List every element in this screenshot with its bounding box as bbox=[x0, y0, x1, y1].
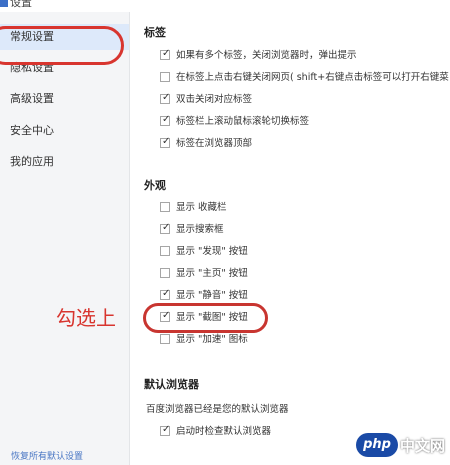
watermark-logo: php bbox=[356, 433, 398, 457]
option-label: 如果有多个标签，关闭浏览器时，弹出提示 bbox=[176, 50, 357, 61]
option-label: 显示 收藏栏 bbox=[176, 202, 227, 213]
annotation-text: 勾选上 bbox=[56, 306, 116, 330]
check-icon: ✓ bbox=[162, 48, 171, 59]
check-icon: ✓ bbox=[162, 288, 171, 299]
option-label: 在标签上点击右键关闭网页( shift+右键点击标签可以打开右键菜 bbox=[176, 72, 449, 83]
option-label: 双击关闭对应标签 bbox=[176, 94, 253, 105]
section-title-default-browser: 默认浏览器 bbox=[144, 378, 199, 391]
option-label: 显示搜索框 bbox=[176, 224, 224, 235]
option-label: 显示 "加速" 图标 bbox=[176, 334, 248, 345]
option-label: 标签在浏览器顶部 bbox=[176, 138, 253, 149]
checkbox[interactable]: ✓ bbox=[160, 222, 171, 234]
checkbox[interactable]: ✓ bbox=[160, 92, 171, 104]
sidebar-item-security[interactable]: 安全中心 bbox=[0, 118, 129, 144]
section-title-appearance: 外观 bbox=[144, 179, 166, 192]
check-icon: ✓ bbox=[162, 424, 171, 435]
settings-content: 标签 ✓ 如果有多个标签，关闭浏览器时，弹出提示 在标签上点击右键关闭网页( s… bbox=[130, 12, 450, 465]
check-icon: ✓ bbox=[162, 92, 171, 103]
sidebar-item-general[interactable]: 常规设置 bbox=[0, 24, 129, 50]
checkbox[interactable]: ✓ bbox=[160, 114, 171, 126]
restore-defaults-link[interactable]: 恢复所有默认设置 bbox=[11, 449, 83, 462]
sidebar-item-advanced[interactable]: 高级设置 bbox=[0, 86, 129, 112]
sidebar-item-my-apps[interactable]: 我的应用 bbox=[0, 149, 129, 175]
checkbox[interactable]: ✓ bbox=[160, 48, 171, 60]
sidebar: 常规设置 隐私设置 高级设置 安全中心 我的应用 恢复所有默认设置 bbox=[0, 12, 130, 465]
option-label: 显示 "静音" 按钮 bbox=[176, 290, 248, 301]
check-icon: ✓ bbox=[162, 136, 171, 147]
checkbox[interactable]: ✓ bbox=[160, 310, 171, 322]
option-label: 显示 "发现" 按钮 bbox=[176, 246, 248, 257]
checkbox[interactable] bbox=[160, 202, 170, 212]
watermark: php 中文网 bbox=[356, 431, 446, 461]
check-icon: ✓ bbox=[162, 310, 171, 321]
checkbox[interactable]: ✓ bbox=[160, 136, 171, 148]
check-icon: ✓ bbox=[162, 222, 171, 233]
check-icon: ✓ bbox=[162, 114, 171, 125]
checkbox[interactable] bbox=[160, 246, 170, 256]
watermark-site: 中文网 bbox=[400, 437, 446, 455]
checkbox[interactable] bbox=[160, 334, 170, 344]
window-titlebar: 设置 bbox=[0, 0, 450, 12]
option-label: 启动时检查默认浏览器 bbox=[176, 426, 272, 437]
option-label: 标签栏上滚动鼠标滚轮切换标签 bbox=[176, 116, 310, 127]
checkbox[interactable] bbox=[160, 268, 170, 278]
checkbox[interactable]: ✓ bbox=[160, 288, 171, 300]
checkbox[interactable] bbox=[160, 72, 170, 82]
section-title-tabs: 标签 bbox=[144, 26, 166, 39]
sidebar-item-privacy[interactable]: 隐私设置 bbox=[0, 55, 129, 81]
option-label: 显示 "截图" 按钮 bbox=[176, 312, 248, 323]
window-title: 设置 bbox=[10, 0, 32, 9]
checkbox[interactable]: ✓ bbox=[160, 424, 171, 436]
option-label: 显示 "主页" 按钮 bbox=[176, 268, 248, 279]
app-icon bbox=[0, 0, 8, 7]
default-browser-status: 百度浏览器已经是您的默认浏览器 bbox=[146, 404, 289, 415]
